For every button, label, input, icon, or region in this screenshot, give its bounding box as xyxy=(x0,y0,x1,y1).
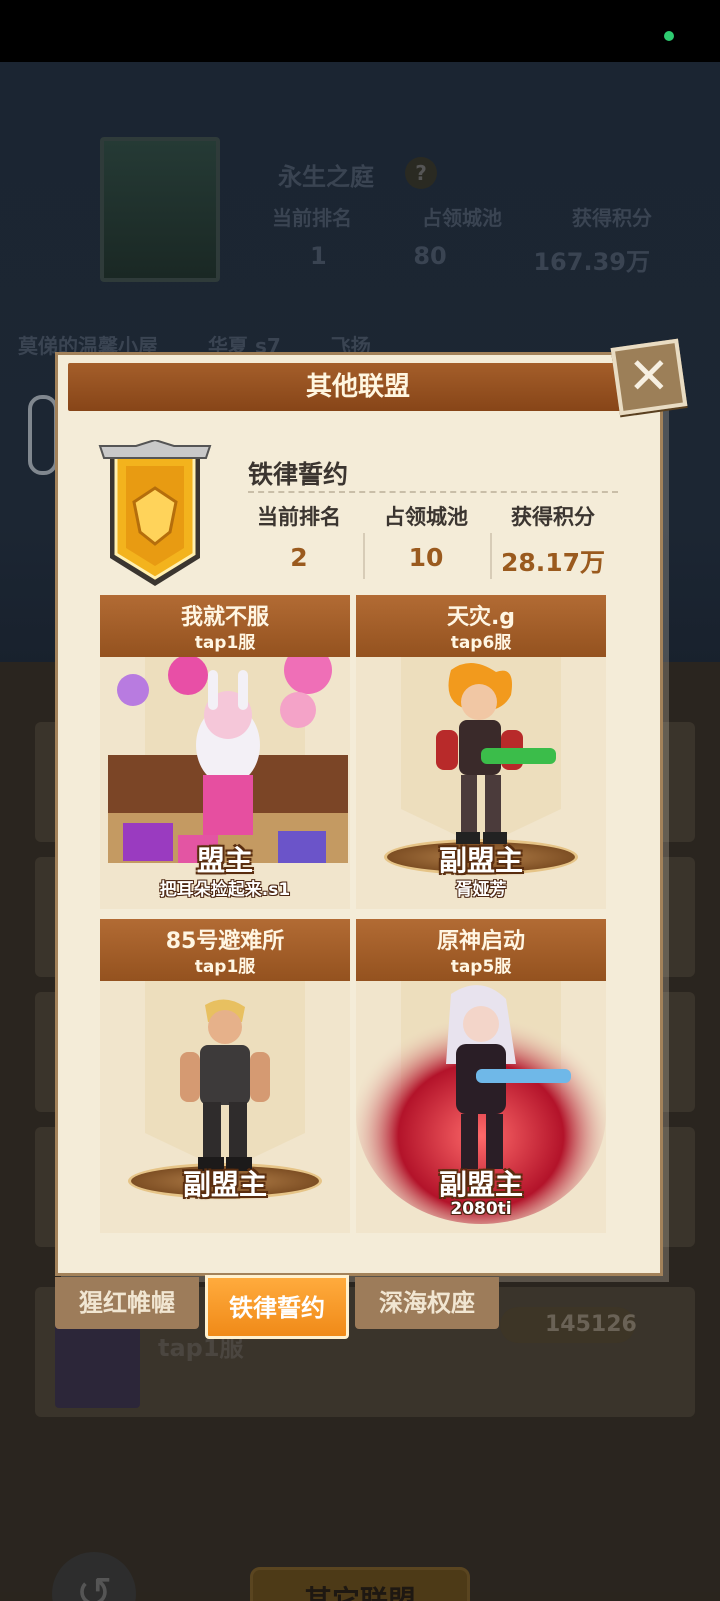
member-role: 副盟主 xyxy=(438,1168,523,1201)
other-alliances-dialog: 其他联盟 铁律誓约 当前排名 占领城池 获得积分 2 10 28.17万 我就不… xyxy=(55,352,663,1276)
member-header: 天灾.g tap6服 xyxy=(356,595,606,657)
other-alliances-button[interactable]: 其它联盟 xyxy=(250,1567,470,1601)
cities-label: 占领城池 xyxy=(384,505,468,529)
points-label: 获得积分 xyxy=(511,505,595,529)
close-icon: ✕ xyxy=(627,347,670,406)
member-player-name: 把耳朵捡起来.s1 xyxy=(159,880,291,900)
status-indicator-icon xyxy=(664,31,674,41)
member-header: 85号避难所 tap1服 xyxy=(100,919,350,981)
divider xyxy=(248,491,618,493)
member-card-deputy[interactable]: 原神启动 tap5服 副盟主 2080ti xyxy=(356,919,606,1233)
rank-value: 2 xyxy=(290,543,308,572)
background-alliance-name: 永生之庭 xyxy=(278,163,374,191)
member-server: tap1服 xyxy=(194,957,256,977)
alliance-crest-icon xyxy=(98,440,212,586)
stat-value: 80 xyxy=(413,242,447,270)
tab-alliance-2[interactable]: 铁律誓约 xyxy=(205,1275,349,1339)
alliance-stat-values: 2 10 28.17万 xyxy=(236,543,616,579)
stat-label: 获得积分 xyxy=(572,206,652,230)
member-server: tap6服 xyxy=(450,633,512,653)
member-role: 副盟主 xyxy=(182,1168,267,1201)
stat-label: 当前排名 xyxy=(272,206,352,230)
dialog-header: 其他联盟 xyxy=(68,363,648,411)
member-player-name: 胥娅芳 xyxy=(455,880,507,900)
background-stat-labels: 当前排名 占领城池 获得积分 xyxy=(272,202,652,231)
member-header: 原神启动 tap5服 xyxy=(356,919,606,981)
stat-value: 1 xyxy=(310,242,327,270)
rank-label: 当前排名 xyxy=(257,505,341,529)
stat-value: 167.39万 xyxy=(533,248,650,276)
cities-value: 10 xyxy=(408,543,444,572)
background-alliance-crest xyxy=(100,137,220,282)
member-server: tap1服 xyxy=(194,633,256,653)
deputy-character-image xyxy=(436,662,556,844)
status-bar xyxy=(0,0,720,62)
tab-alliance-3[interactable]: 深海权座 xyxy=(355,1277,499,1329)
paperclip-decoration xyxy=(28,395,58,475)
member-server: tap5服 xyxy=(450,957,512,977)
member-role: 副盟主 xyxy=(438,844,523,877)
member-card-deputy[interactable]: 85号避难所 tap1服 副盟主 xyxy=(100,919,350,1233)
deputy-character-image xyxy=(180,999,270,1171)
member-alliance-name: 天灾.g xyxy=(446,605,516,630)
alliance-stat-labels: 当前排名 占领城池 获得积分 xyxy=(236,501,616,531)
member-role: 盟主 xyxy=(196,844,253,877)
member-card-leader[interactable]: 我就不服 tap1服 盟主 把耳朵捡起来.s1 xyxy=(100,595,350,909)
alliance-name: 铁律誓约 xyxy=(248,460,349,489)
dialog-title: 其他联盟 xyxy=(305,372,410,402)
member-alliance-name: 85号避难所 xyxy=(165,929,285,954)
member-header: 我就不服 tap1服 xyxy=(100,595,350,657)
member-player-name: 2080ti xyxy=(450,1199,512,1219)
background-score: 145126 xyxy=(545,1312,637,1337)
member-alliance-name: 我就不服 xyxy=(180,605,269,630)
member-card-deputy[interactable]: 天灾.g tap6服 副盟主 胥娅芳 xyxy=(356,595,606,909)
close-button[interactable]: ✕ xyxy=(610,338,688,416)
member-alliance-name: 原神启动 xyxy=(436,929,525,954)
tab-alliance-1[interactable]: 猩红帷幄 xyxy=(55,1277,199,1329)
points-value: 28.17万 xyxy=(500,548,606,577)
stat-label: 占领城池 xyxy=(422,206,502,230)
background-stat-values: 1 80 167.39万 xyxy=(310,242,650,277)
help-icon: ? xyxy=(405,157,437,189)
